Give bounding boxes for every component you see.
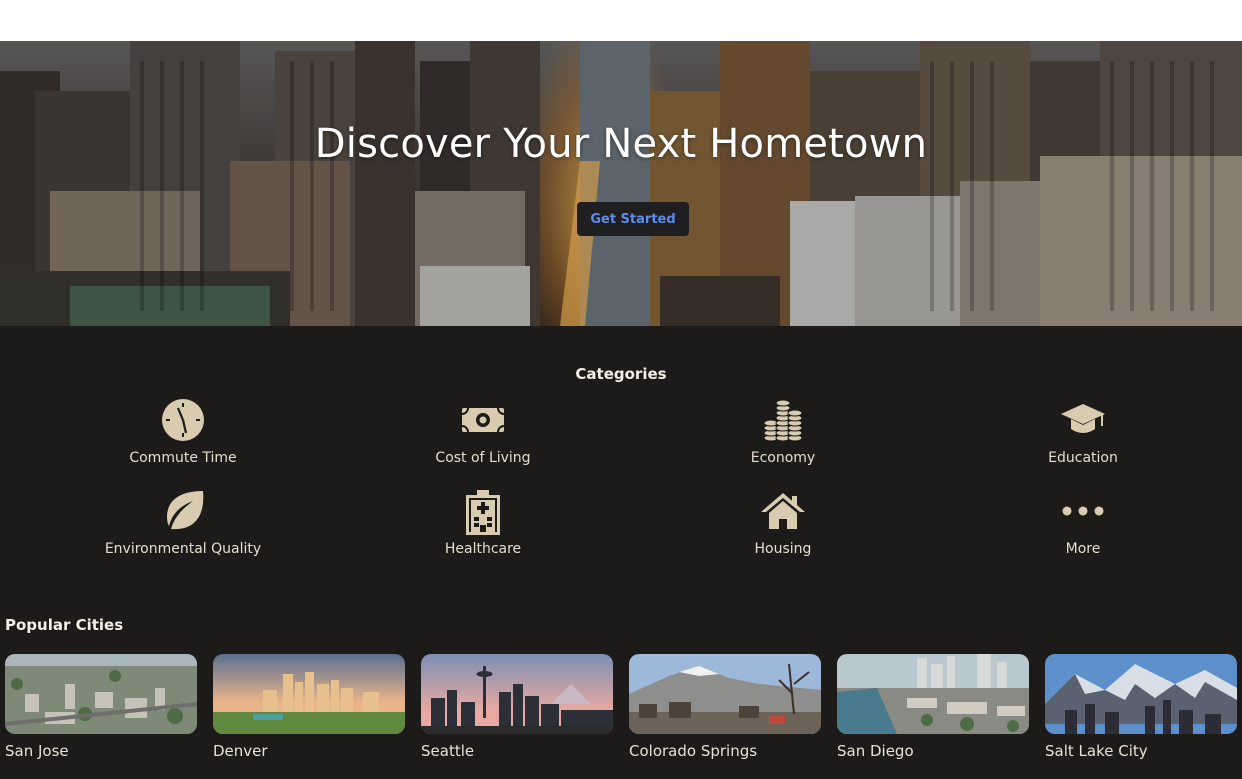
city-photo xyxy=(1045,654,1237,734)
popular-cities-heading: Popular Cities xyxy=(5,616,124,634)
coins-icon xyxy=(763,399,803,442)
leaf-icon xyxy=(167,491,204,530)
hero-banner: Discover Your Next Hometown Get Started xyxy=(0,41,1242,326)
city-card-san-diego[interactable]: San Diego xyxy=(837,654,1029,760)
category-education[interactable]: Education xyxy=(958,396,1208,466)
city-photo xyxy=(5,654,197,734)
category-label: Housing xyxy=(754,541,812,557)
city-card-seattle[interactable]: Seattle xyxy=(421,654,613,760)
category-healthcare[interactable]: Healthcare xyxy=(358,487,608,557)
city-name: Seattle xyxy=(421,742,475,760)
category-more[interactable]: More xyxy=(958,487,1208,557)
category-cost-of-living[interactable]: Cost of Living xyxy=(358,396,608,466)
category-environmental-quality[interactable]: Environmental Quality xyxy=(58,487,308,557)
category-housing[interactable]: Housing xyxy=(658,487,908,557)
house-icon xyxy=(761,493,805,529)
more-dots-icon xyxy=(1062,506,1104,516)
graduation-cap-icon xyxy=(1061,404,1105,433)
top-navigation-bar xyxy=(0,0,1242,41)
category-label: Commute Time xyxy=(129,450,237,466)
city-card-salt-lake-city[interactable]: Salt Lake City xyxy=(1045,654,1237,760)
city-photo xyxy=(421,654,613,734)
category-label: Cost of Living xyxy=(435,450,531,466)
city-card-colorado-springs[interactable]: Colorado Springs xyxy=(629,654,821,760)
category-label: Economy xyxy=(750,450,816,466)
city-name: Colorado Springs xyxy=(629,742,758,760)
city-card-denver[interactable]: Denver xyxy=(213,654,405,760)
city-photo xyxy=(213,654,405,734)
get-started-button[interactable]: Get Started xyxy=(577,202,689,236)
category-label: Healthcare xyxy=(444,541,522,557)
category-label: Environmental Quality xyxy=(104,541,262,557)
hero-title: Discover Your Next Hometown xyxy=(314,121,928,167)
city-skyline-image xyxy=(0,41,1242,326)
category-commute-time[interactable]: Commute Time xyxy=(58,396,308,466)
category-label: More xyxy=(1065,541,1101,557)
city-name: San Diego xyxy=(837,742,914,760)
clock-icon xyxy=(162,399,204,441)
category-economy[interactable]: Economy xyxy=(658,396,908,466)
city-photo xyxy=(629,654,821,734)
category-label: Education xyxy=(1048,450,1118,466)
money-bill-icon xyxy=(461,407,505,433)
city-card-san-jose[interactable]: San Jose xyxy=(5,654,197,760)
city-photo xyxy=(837,654,1029,734)
city-name: Denver xyxy=(213,742,268,760)
city-name: San Jose xyxy=(5,742,69,760)
city-name: Salt Lake City xyxy=(1045,742,1148,760)
hospital-icon xyxy=(466,490,500,535)
categories-heading: Categories xyxy=(575,365,667,383)
